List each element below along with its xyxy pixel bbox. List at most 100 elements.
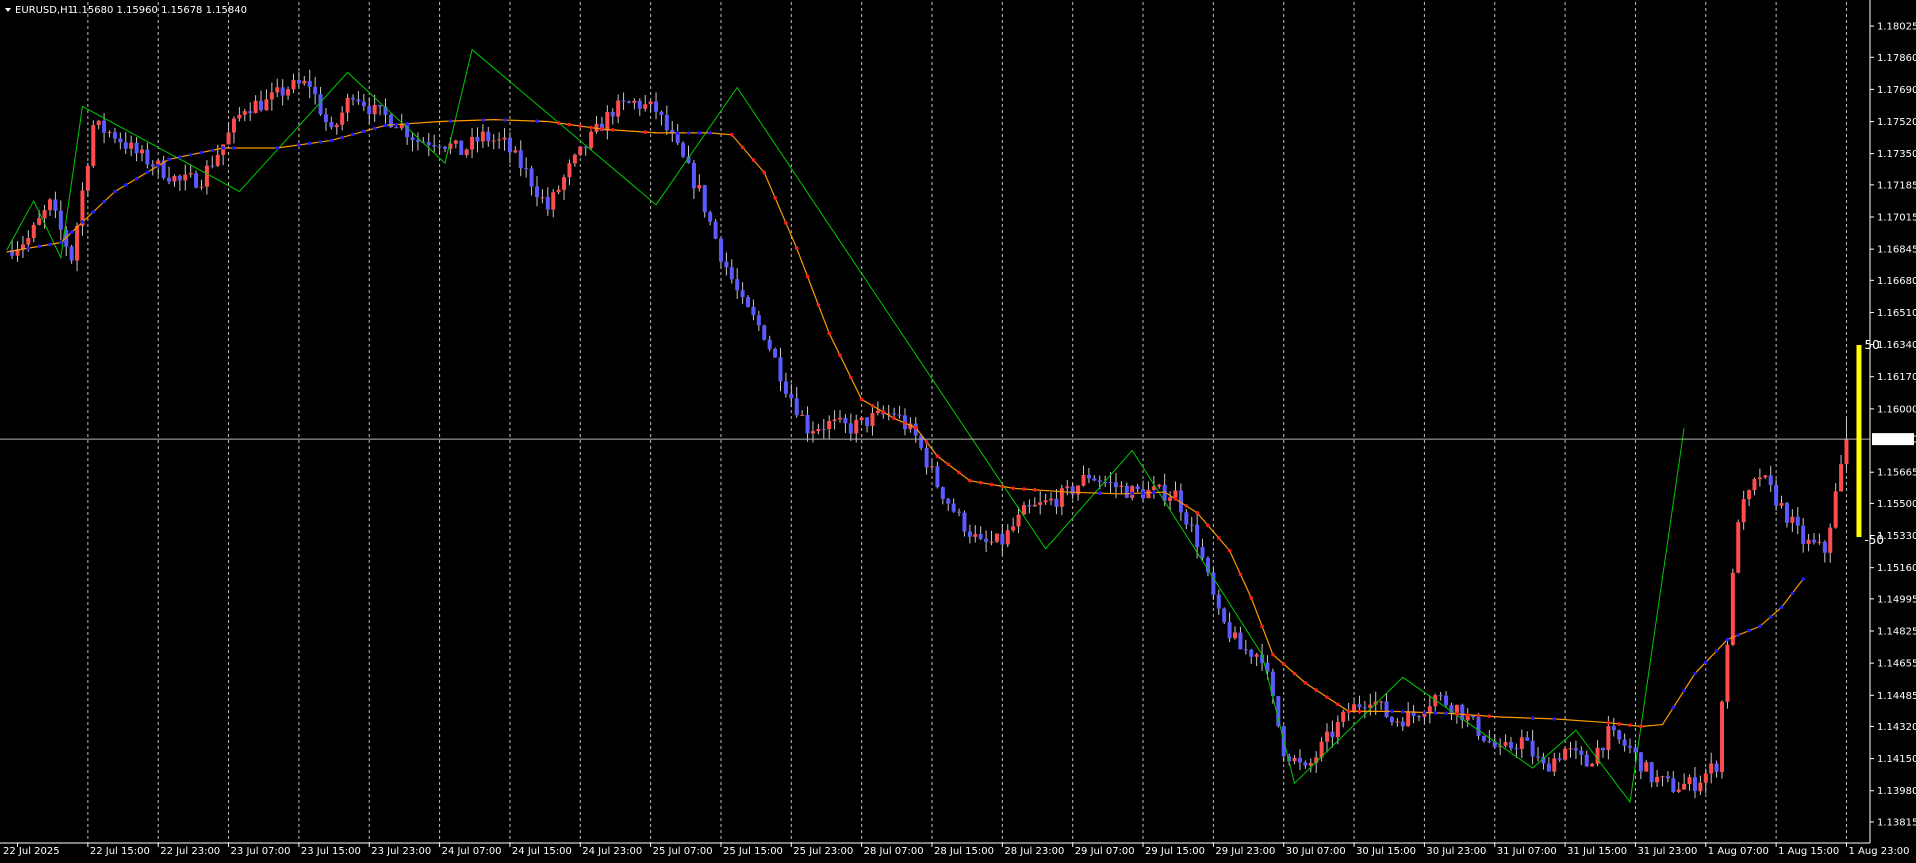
chart-ohlc: 1.15680 1.15960 1.15678 1.15840 bbox=[72, 5, 247, 16]
candle-body bbox=[1292, 757, 1297, 762]
candle-body bbox=[870, 413, 875, 426]
candle-body bbox=[865, 417, 870, 426]
candle-body bbox=[1113, 482, 1118, 488]
chart-symbol: EURUSD,H1 bbox=[15, 5, 74, 16]
candle-body bbox=[26, 238, 31, 245]
ma-dot bbox=[210, 148, 215, 153]
price-tick-label: 1.14485 bbox=[1877, 691, 1916, 702]
price-tick-label: 1.17690 bbox=[1877, 85, 1916, 96]
ma-dot bbox=[145, 170, 150, 174]
candle-body bbox=[1839, 464, 1844, 492]
ma-dot bbox=[849, 375, 853, 380]
candle-body bbox=[875, 410, 880, 414]
candle bbox=[1563, 747, 1568, 761]
candle-body bbox=[91, 125, 96, 166]
candle-body bbox=[1357, 704, 1362, 708]
candle-body bbox=[410, 137, 415, 141]
price-tick-label: 1.18025 bbox=[1877, 22, 1916, 33]
candle-body bbox=[778, 357, 783, 382]
ma-dot bbox=[903, 421, 907, 425]
candle-body bbox=[1552, 758, 1557, 772]
candle-body bbox=[1043, 500, 1048, 503]
candle-body bbox=[1568, 748, 1573, 750]
candle-body bbox=[951, 503, 956, 512]
price-chart[interactable]: 50 -50 1.180251.178601.176901.175201.173… bbox=[0, 0, 1916, 863]
candle-body bbox=[1005, 530, 1010, 545]
candle-body bbox=[367, 106, 372, 115]
candle-body bbox=[497, 139, 502, 141]
candle bbox=[681, 141, 686, 158]
time-tick-label: 22 Jul 23:00 bbox=[160, 846, 220, 857]
candle-body bbox=[47, 199, 52, 211]
candle bbox=[994, 533, 999, 543]
candle-body bbox=[518, 150, 523, 169]
candle-body bbox=[215, 154, 220, 166]
ma-dot bbox=[968, 478, 972, 483]
time-tick-label: 24 Jul 23:00 bbox=[582, 846, 642, 857]
candle-body bbox=[432, 145, 437, 147]
price-tick-label: 1.15330 bbox=[1877, 531, 1916, 542]
candle-body bbox=[280, 87, 285, 96]
candle-body bbox=[1671, 778, 1676, 792]
candle-body bbox=[1384, 701, 1389, 717]
candle-body bbox=[1097, 480, 1102, 482]
candle-body bbox=[275, 87, 280, 93]
candle bbox=[773, 347, 778, 358]
price-tick-label: 1.16680 bbox=[1877, 276, 1916, 287]
candle-body bbox=[372, 105, 377, 115]
ma-dot bbox=[1227, 548, 1232, 553]
time-tick-label: 28 Jul 15:00 bbox=[934, 846, 994, 857]
candle-body bbox=[269, 92, 274, 100]
ma-dot bbox=[957, 470, 961, 475]
ma-dot bbox=[1173, 497, 1178, 501]
candle bbox=[388, 113, 393, 128]
candle-body bbox=[767, 339, 772, 349]
ma-dot bbox=[1801, 577, 1805, 581]
ma-dot bbox=[156, 163, 161, 168]
candle-body bbox=[1844, 439, 1849, 465]
candle-body bbox=[524, 168, 529, 170]
candle-body bbox=[42, 210, 47, 219]
ma-dot bbox=[784, 221, 788, 225]
candle-body bbox=[1649, 762, 1654, 783]
candle-body bbox=[1070, 486, 1075, 495]
ma-dot bbox=[113, 189, 117, 194]
ma-dot bbox=[1455, 712, 1459, 716]
ma-dot bbox=[870, 403, 875, 408]
price-tick-label: 1.15500 bbox=[1877, 499, 1916, 510]
candle-body bbox=[794, 398, 799, 416]
candle bbox=[1736, 519, 1741, 574]
candle-body bbox=[1016, 514, 1021, 527]
chart-header[interactable]: EURUSD,H1 1.15680 1.15960 1.15678 1.1584… bbox=[5, 5, 247, 16]
candle-body bbox=[1546, 763, 1551, 772]
candle-body bbox=[1184, 512, 1189, 525]
candle-body bbox=[1168, 497, 1173, 501]
candle bbox=[1725, 640, 1730, 709]
ma-dot bbox=[892, 416, 896, 421]
candle-body bbox=[204, 165, 209, 187]
candle-body bbox=[1611, 726, 1616, 731]
candle-body bbox=[827, 420, 832, 430]
ma-dot bbox=[134, 176, 139, 181]
candle-body bbox=[1698, 782, 1703, 792]
candle-body bbox=[1189, 524, 1194, 526]
ma-dot bbox=[1260, 624, 1264, 629]
time-axis[interactable]: 22 Jul 2025 22 Jul 15:00 22 Jul 23:00 23 Ju… bbox=[0, 842, 1910, 857]
candle-body bbox=[1249, 649, 1254, 657]
candle-body bbox=[1617, 730, 1622, 740]
candle-body bbox=[1195, 524, 1200, 548]
candle-body bbox=[724, 261, 729, 268]
ma-dot bbox=[1292, 671, 1297, 676]
candle-body bbox=[675, 133, 680, 143]
ma-dot bbox=[448, 119, 453, 123]
ma-dot bbox=[1725, 637, 1730, 642]
candle-body bbox=[145, 149, 150, 165]
candle-body bbox=[773, 348, 778, 358]
candle-body bbox=[1454, 704, 1459, 714]
candle-body bbox=[1021, 505, 1026, 515]
ma-dot bbox=[221, 146, 225, 150]
candle-body bbox=[464, 149, 469, 155]
ma-dot bbox=[1671, 705, 1676, 710]
candle-body bbox=[1038, 502, 1043, 505]
candle-body bbox=[1325, 731, 1330, 742]
